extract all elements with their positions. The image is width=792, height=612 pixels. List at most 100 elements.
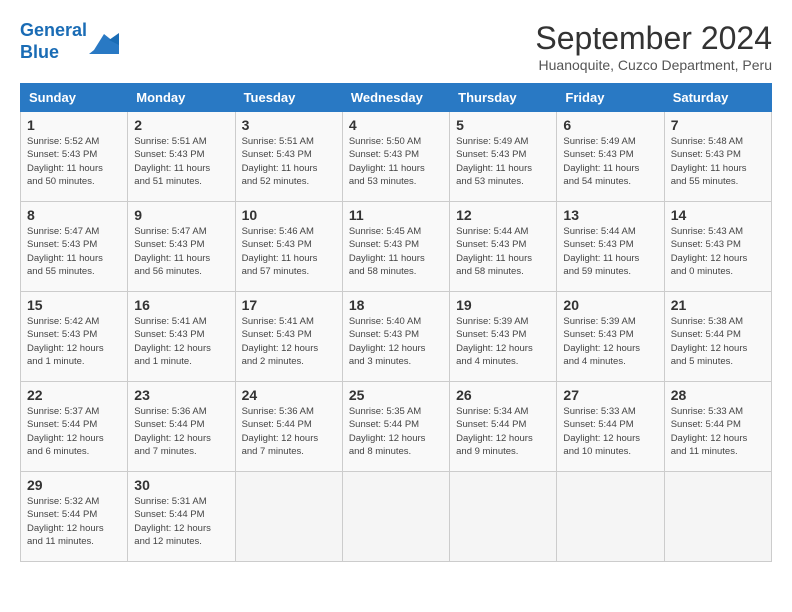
day-number: 8 — [27, 207, 121, 223]
day-cell-1: 1 Sunrise: 5:52 AM Sunset: 5:43 PM Dayli… — [21, 112, 128, 202]
day-info: Sunrise: 5:40 AM Sunset: 5:43 PM Dayligh… — [349, 315, 443, 368]
day-cell-8: 8 Sunrise: 5:47 AM Sunset: 5:43 PM Dayli… — [21, 202, 128, 292]
day-cell-2: 2 Sunrise: 5:51 AM Sunset: 5:43 PM Dayli… — [128, 112, 235, 202]
day-number: 21 — [671, 297, 765, 313]
day-header-saturday: Saturday — [664, 84, 771, 112]
day-number: 4 — [349, 117, 443, 133]
week-row-2: 8 Sunrise: 5:47 AM Sunset: 5:43 PM Dayli… — [21, 202, 772, 292]
logo-text: GeneralBlue — [20, 20, 87, 63]
day-number: 6 — [563, 117, 657, 133]
day-number: 29 — [27, 477, 121, 493]
day-cell-9: 9 Sunrise: 5:47 AM Sunset: 5:43 PM Dayli… — [128, 202, 235, 292]
week-row-1: 1 Sunrise: 5:52 AM Sunset: 5:43 PM Dayli… — [21, 112, 772, 202]
day-cell-29: 29 Sunrise: 5:32 AM Sunset: 5:44 PM Dayl… — [21, 472, 128, 562]
logo-icon — [89, 30, 119, 54]
day-header-wednesday: Wednesday — [342, 84, 449, 112]
day-number: 19 — [456, 297, 550, 313]
day-number: 3 — [242, 117, 336, 133]
day-cell-24: 24 Sunrise: 5:36 AM Sunset: 5:44 PM Dayl… — [235, 382, 342, 472]
day-number: 2 — [134, 117, 228, 133]
day-number: 22 — [27, 387, 121, 403]
day-number: 10 — [242, 207, 336, 223]
day-cell-17: 17 Sunrise: 5:41 AM Sunset: 5:43 PM Dayl… — [235, 292, 342, 382]
day-number: 23 — [134, 387, 228, 403]
day-number: 9 — [134, 207, 228, 223]
day-info: Sunrise: 5:48 AM Sunset: 5:43 PM Dayligh… — [671, 135, 765, 188]
day-info: Sunrise: 5:39 AM Sunset: 5:43 PM Dayligh… — [563, 315, 657, 368]
location-subtitle: Huanoquite, Cuzco Department, Peru — [535, 57, 772, 73]
day-info: Sunrise: 5:44 AM Sunset: 5:43 PM Dayligh… — [563, 225, 657, 278]
day-info: Sunrise: 5:47 AM Sunset: 5:43 PM Dayligh… — [134, 225, 228, 278]
week-row-4: 22 Sunrise: 5:37 AM Sunset: 5:44 PM Dayl… — [21, 382, 772, 472]
day-number: 17 — [242, 297, 336, 313]
page-header: GeneralBlue September 2024 Huanoquite, C… — [20, 20, 772, 73]
day-number: 24 — [242, 387, 336, 403]
logo: GeneralBlue — [20, 20, 119, 63]
day-info: Sunrise: 5:51 AM Sunset: 5:43 PM Dayligh… — [134, 135, 228, 188]
header-row: SundayMondayTuesdayWednesdayThursdayFrid… — [21, 84, 772, 112]
day-number: 28 — [671, 387, 765, 403]
day-info: Sunrise: 5:38 AM Sunset: 5:44 PM Dayligh… — [671, 315, 765, 368]
day-cell-6: 6 Sunrise: 5:49 AM Sunset: 5:43 PM Dayli… — [557, 112, 664, 202]
empty-cell — [664, 472, 771, 562]
day-cell-3: 3 Sunrise: 5:51 AM Sunset: 5:43 PM Dayli… — [235, 112, 342, 202]
day-info: Sunrise: 5:52 AM Sunset: 5:43 PM Dayligh… — [27, 135, 121, 188]
day-info: Sunrise: 5:49 AM Sunset: 5:43 PM Dayligh… — [563, 135, 657, 188]
day-number: 14 — [671, 207, 765, 223]
day-cell-19: 19 Sunrise: 5:39 AM Sunset: 5:43 PM Dayl… — [450, 292, 557, 382]
day-header-tuesday: Tuesday — [235, 84, 342, 112]
day-cell-15: 15 Sunrise: 5:42 AM Sunset: 5:43 PM Dayl… — [21, 292, 128, 382]
day-info: Sunrise: 5:39 AM Sunset: 5:43 PM Dayligh… — [456, 315, 550, 368]
day-info: Sunrise: 5:36 AM Sunset: 5:44 PM Dayligh… — [242, 405, 336, 458]
day-cell-18: 18 Sunrise: 5:40 AM Sunset: 5:43 PM Dayl… — [342, 292, 449, 382]
day-number: 5 — [456, 117, 550, 133]
day-info: Sunrise: 5:49 AM Sunset: 5:43 PM Dayligh… — [456, 135, 550, 188]
day-info: Sunrise: 5:42 AM Sunset: 5:43 PM Dayligh… — [27, 315, 121, 368]
day-info: Sunrise: 5:37 AM Sunset: 5:44 PM Dayligh… — [27, 405, 121, 458]
day-cell-26: 26 Sunrise: 5:34 AM Sunset: 5:44 PM Dayl… — [450, 382, 557, 472]
day-info: Sunrise: 5:31 AM Sunset: 5:44 PM Dayligh… — [134, 495, 228, 548]
day-info: Sunrise: 5:33 AM Sunset: 5:44 PM Dayligh… — [563, 405, 657, 458]
empty-cell — [235, 472, 342, 562]
calendar-table: SundayMondayTuesdayWednesdayThursdayFrid… — [20, 83, 772, 562]
day-cell-20: 20 Sunrise: 5:39 AM Sunset: 5:43 PM Dayl… — [557, 292, 664, 382]
week-row-5: 29 Sunrise: 5:32 AM Sunset: 5:44 PM Dayl… — [21, 472, 772, 562]
day-cell-30: 30 Sunrise: 5:31 AM Sunset: 5:44 PM Dayl… — [128, 472, 235, 562]
day-info: Sunrise: 5:46 AM Sunset: 5:43 PM Dayligh… — [242, 225, 336, 278]
day-cell-28: 28 Sunrise: 5:33 AM Sunset: 5:44 PM Dayl… — [664, 382, 771, 472]
day-cell-10: 10 Sunrise: 5:46 AM Sunset: 5:43 PM Dayl… — [235, 202, 342, 292]
day-cell-22: 22 Sunrise: 5:37 AM Sunset: 5:44 PM Dayl… — [21, 382, 128, 472]
day-number: 15 — [27, 297, 121, 313]
day-cell-7: 7 Sunrise: 5:48 AM Sunset: 5:43 PM Dayli… — [664, 112, 771, 202]
empty-cell — [342, 472, 449, 562]
day-cell-11: 11 Sunrise: 5:45 AM Sunset: 5:43 PM Dayl… — [342, 202, 449, 292]
day-cell-21: 21 Sunrise: 5:38 AM Sunset: 5:44 PM Dayl… — [664, 292, 771, 382]
day-info: Sunrise: 5:50 AM Sunset: 5:43 PM Dayligh… — [349, 135, 443, 188]
day-number: 25 — [349, 387, 443, 403]
day-number: 13 — [563, 207, 657, 223]
week-row-3: 15 Sunrise: 5:42 AM Sunset: 5:43 PM Dayl… — [21, 292, 772, 382]
day-number: 11 — [349, 207, 443, 223]
day-number: 12 — [456, 207, 550, 223]
day-info: Sunrise: 5:45 AM Sunset: 5:43 PM Dayligh… — [349, 225, 443, 278]
day-cell-14: 14 Sunrise: 5:43 AM Sunset: 5:43 PM Dayl… — [664, 202, 771, 292]
day-info: Sunrise: 5:44 AM Sunset: 5:43 PM Dayligh… — [456, 225, 550, 278]
day-number: 26 — [456, 387, 550, 403]
empty-cell — [450, 472, 557, 562]
day-number: 27 — [563, 387, 657, 403]
month-title: September 2024 — [535, 20, 772, 57]
day-number: 7 — [671, 117, 765, 133]
day-cell-27: 27 Sunrise: 5:33 AM Sunset: 5:44 PM Dayl… — [557, 382, 664, 472]
day-cell-16: 16 Sunrise: 5:41 AM Sunset: 5:43 PM Dayl… — [128, 292, 235, 382]
day-info: Sunrise: 5:47 AM Sunset: 5:43 PM Dayligh… — [27, 225, 121, 278]
day-header-sunday: Sunday — [21, 84, 128, 112]
day-info: Sunrise: 5:32 AM Sunset: 5:44 PM Dayligh… — [27, 495, 121, 548]
day-info: Sunrise: 5:34 AM Sunset: 5:44 PM Dayligh… — [456, 405, 550, 458]
day-info: Sunrise: 5:33 AM Sunset: 5:44 PM Dayligh… — [671, 405, 765, 458]
day-header-friday: Friday — [557, 84, 664, 112]
day-number: 1 — [27, 117, 121, 133]
day-header-thursday: Thursday — [450, 84, 557, 112]
title-block: September 2024 Huanoquite, Cuzco Departm… — [535, 20, 772, 73]
day-info: Sunrise: 5:41 AM Sunset: 5:43 PM Dayligh… — [242, 315, 336, 368]
day-cell-4: 4 Sunrise: 5:50 AM Sunset: 5:43 PM Dayli… — [342, 112, 449, 202]
